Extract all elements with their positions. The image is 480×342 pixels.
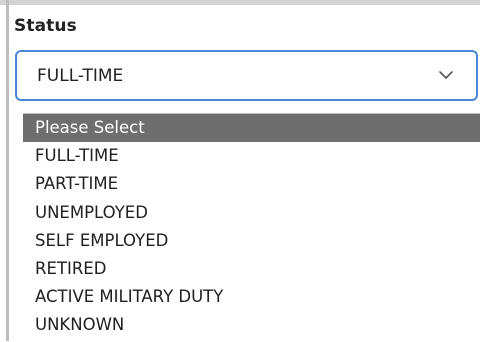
status-select[interactable]: FULL-TIME: [15, 50, 478, 101]
status-option-retired[interactable]: RETIRED: [23, 255, 480, 283]
status-option-self-employed[interactable]: SELF EMPLOYED: [23, 227, 480, 255]
status-selected-value: FULL-TIME: [37, 66, 124, 86]
top-divider: [0, 0, 480, 5]
status-option-unemployed[interactable]: UNEMPLOYED: [23, 199, 480, 227]
chevron-down-icon: [439, 71, 453, 79]
status-option-full-time[interactable]: FULL-TIME: [23, 142, 480, 170]
status-option-unknown[interactable]: UNKNOWN: [23, 311, 480, 339]
status-option-part-time[interactable]: PART-TIME: [23, 170, 480, 198]
status-options-list: Please Select FULL-TIME PART-TIME UNEMPL…: [23, 113, 480, 342]
left-divider: [6, 0, 9, 341]
status-option-please-select[interactable]: Please Select: [23, 114, 480, 143]
status-field-panel: Status FULL-TIME Please Select FULL-TIME…: [0, 0, 480, 342]
status-label: Status: [14, 16, 77, 36]
status-option-active-military-duty[interactable]: ACTIVE MILITARY DUTY: [23, 283, 480, 311]
